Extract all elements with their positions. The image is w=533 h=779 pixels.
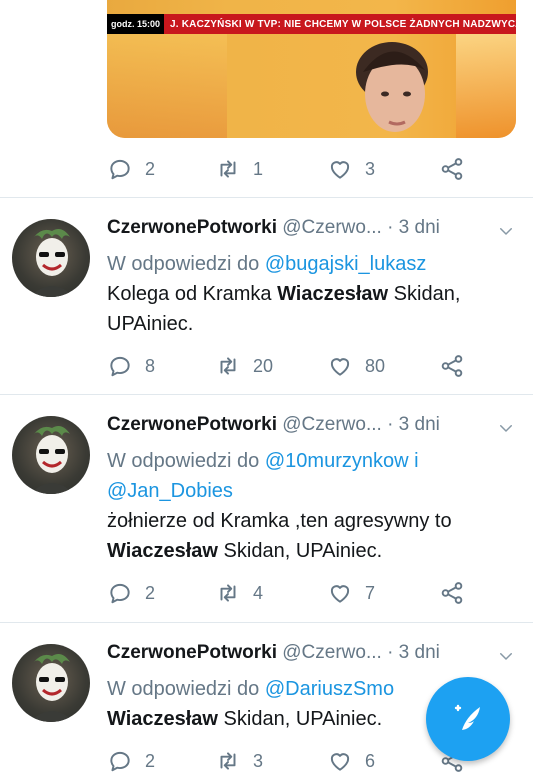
- reply-context: W odpowiedzi do @DariuszSmo: [107, 674, 394, 704]
- tweet-time: · 3 dni: [387, 217, 440, 238]
- text-bold: Wiaczesław: [277, 283, 389, 305]
- text-part: UPAiniec.: [107, 313, 194, 335]
- text-part: Kolega od Kramka: [107, 283, 278, 305]
- user-handle: @Czerwo...: [282, 414, 382, 435]
- reply-count: 8: [145, 355, 156, 376]
- tweet-header: CzerwonePotworki @Czerwo... · 3 dni: [107, 642, 440, 664]
- text-bold: Wiaczesław: [107, 708, 218, 730]
- ticker-time: godz. 15:00: [107, 14, 165, 34]
- tweet-text-line-2: UPAiniec.: [107, 309, 193, 339]
- retweet-count: 20: [253, 355, 274, 376]
- like-icon: [327, 580, 353, 606]
- retweet-count: 1: [253, 158, 264, 179]
- reply-to-link[interactable]: @DariuszSmo: [265, 678, 394, 700]
- reply-context-line-2: @Jan_Dobies: [107, 476, 233, 506]
- reply-context: W odpowiedzi do @bugajski_lukasz: [107, 249, 426, 279]
- news-ticker: godz. 15:00 J. KACZYŃSKI W TVP: NIE CHCE…: [107, 14, 516, 34]
- like-count: 7: [365, 582, 376, 603]
- tweet-time: · 3 dni: [387, 414, 440, 435]
- share-button[interactable]: [439, 578, 465, 608]
- reply-to-link[interactable]: @Jan_Dobies: [107, 480, 233, 502]
- joker-avatar-image: [30, 426, 74, 494]
- reply-count: 2: [145, 158, 156, 179]
- tweet-1[interactable]: CzerwonePotworki @Czerwo... · 3 dni W od…: [0, 197, 533, 394]
- chevron-down-icon[interactable]: [497, 419, 515, 437]
- display-name[interactable]: CzerwonePotworki: [107, 642, 277, 663]
- reply-context: W odpowiedzi do @10murzynkow i: [107, 446, 419, 476]
- text-part: żołnierze od Kramka ,ten agresywny to: [107, 510, 452, 532]
- avatar[interactable]: [12, 644, 90, 722]
- reply-icon: [107, 580, 133, 606]
- retweet-count: 3: [253, 750, 264, 771]
- like-count: 3: [365, 158, 376, 179]
- retweet-icon: [215, 156, 241, 182]
- reply-prefix: W odpowiedzi do: [107, 678, 260, 700]
- reply-prefix: W odpowiedzi do: [107, 253, 260, 275]
- tweet-header: CzerwonePotworki @Czerwo... · 3 dni: [107, 414, 440, 436]
- retweet-button[interactable]: 20: [215, 351, 273, 381]
- tweet-text-line-2: Wiaczesław Skidan, UPAiniec.: [107, 536, 382, 566]
- avatar[interactable]: [12, 416, 90, 494]
- like-button[interactable]: 7: [327, 578, 375, 608]
- retweet-button[interactable]: 4: [215, 578, 263, 608]
- tweet-text: Wiaczesław Skidan, UPAiniec.: [107, 704, 382, 734]
- like-count: 80: [365, 355, 386, 376]
- reply-count: 2: [145, 582, 156, 603]
- tweet-text: Kolega od Kramka Wiaczesław Skidan,: [107, 279, 460, 309]
- share-icon: [439, 353, 465, 379]
- retweet-icon: [215, 748, 241, 774]
- reply-to-link[interactable]: @bugajski_lukasz: [265, 253, 427, 275]
- user-handle: @Czerwo...: [282, 217, 382, 238]
- share-icon: [439, 580, 465, 606]
- joker-avatar-image: [30, 229, 74, 297]
- text-bold: Wiaczesław: [107, 540, 218, 562]
- like-icon: [327, 353, 353, 379]
- compose-tweet-button[interactable]: [426, 677, 510, 761]
- joker-avatar-image: [30, 654, 74, 722]
- reply-button[interactable]: 2: [107, 746, 155, 776]
- like-button[interactable]: 6: [327, 746, 375, 776]
- reply-to-link[interactable]: @10murzynkow i: [265, 450, 419, 472]
- tweet-2[interactable]: CzerwonePotworki @Czerwo... · 3 dni W od…: [0, 394, 533, 622]
- share-icon: [439, 156, 465, 182]
- chevron-down-icon[interactable]: [497, 647, 515, 665]
- display-name[interactable]: CzerwonePotworki: [107, 414, 277, 435]
- avatar[interactable]: [12, 219, 90, 297]
- reply-icon: [107, 156, 133, 182]
- chevron-down-icon[interactable]: [497, 222, 515, 240]
- reply-prefix: W odpowiedzi do: [107, 450, 260, 472]
- person-image: [356, 42, 428, 132]
- tweet-media-video[interactable]: godz. 15:00 J. KACZYŃSKI W TVP: NIE CHCE…: [107, 0, 516, 138]
- user-handle: @Czerwo...: [282, 642, 382, 663]
- retweet-button[interactable]: 3: [215, 746, 263, 776]
- like-count: 6: [365, 750, 376, 771]
- retweet-count: 4: [253, 582, 264, 603]
- reply-button[interactable]: 2: [107, 578, 155, 608]
- reply-button[interactable]: 2: [107, 154, 155, 184]
- compose-icon: [454, 704, 480, 730]
- reply-icon: [107, 353, 133, 379]
- like-button[interactable]: 80: [327, 351, 385, 381]
- text-part: Skidan,: [388, 283, 461, 305]
- retweet-icon: [215, 353, 241, 379]
- reply-count: 2: [145, 750, 156, 771]
- text-part: Skidan, UPAiniec.: [218, 540, 383, 562]
- tweet-text: żołnierze od Kramka ,ten agresywny to: [107, 506, 452, 536]
- media-background-right: [456, 34, 516, 138]
- like-icon: [327, 156, 353, 182]
- retweet-button[interactable]: 1: [215, 154, 263, 184]
- like-icon: [327, 748, 353, 774]
- share-button[interactable]: [439, 154, 465, 184]
- tweet-time: · 3 dni: [387, 642, 440, 663]
- retweet-icon: [215, 580, 241, 606]
- like-button[interactable]: 3: [327, 154, 375, 184]
- ticker-headline: J. KACZYŃSKI W TVP: NIE CHCEMY W POLSCE …: [170, 18, 516, 30]
- text-part: Skidan, UPAiniec.: [218, 708, 383, 730]
- display-name[interactable]: CzerwonePotworki: [107, 217, 277, 238]
- reply-button[interactable]: 8: [107, 351, 155, 381]
- reply-icon: [107, 748, 133, 774]
- tweet-header: CzerwonePotworki @Czerwo... · 3 dni: [107, 217, 440, 239]
- share-button[interactable]: [439, 351, 465, 381]
- media-background: [107, 34, 227, 138]
